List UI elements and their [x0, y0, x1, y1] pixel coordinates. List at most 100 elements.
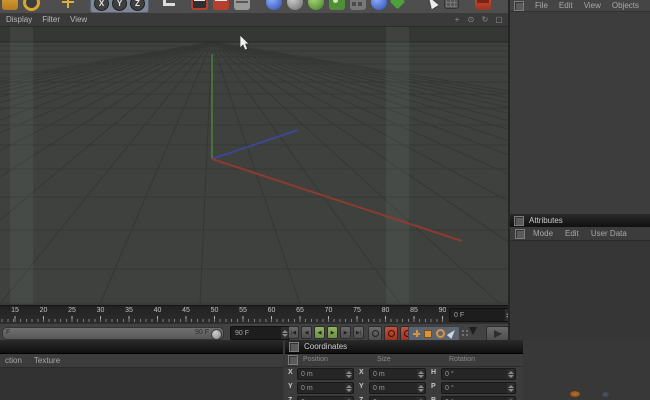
solo-icon[interactable] [469, 327, 477, 335]
menu-display[interactable]: Display [6, 15, 32, 24]
toggle-view-icon[interactable]: ▢ [494, 15, 504, 24]
size-x-field[interactable]: 0 m [369, 368, 426, 380]
timeline-tick: 70 [324, 307, 333, 314]
selection-tool-icon[interactable] [423, 0, 439, 10]
powerslider-options-button[interactable] [486, 326, 509, 341]
render-settings-button[interactable] [234, 0, 250, 10]
timeline-tick: 30 [96, 307, 105, 314]
key-pla-icon[interactable] [462, 330, 464, 332]
key-parameter-icon[interactable] [446, 328, 458, 339]
prev-frame-button[interactable]: ◀ [301, 326, 312, 339]
lock-x-button[interactable]: X [94, 0, 109, 11]
panel-grid-icon[interactable] [514, 215, 524, 226]
keyframe-selection-button[interactable] [368, 326, 382, 341]
sky-button[interactable] [371, 0, 387, 10]
menu-view[interactable]: View [70, 15, 87, 24]
attributes-lock-icon[interactable] [515, 228, 525, 239]
axis-lock-group: X Y Z [90, 0, 149, 13]
timeline-ruler[interactable]: 15 20 25 30 35 40 45 50 55 60 65 70 75 80 85 90 0 F [0, 305, 514, 323]
coordinates-titlebar[interactable]: Coordinates [285, 340, 523, 354]
pos-z-field[interactable]: 0 m [297, 396, 354, 400]
size-y-value: 0 m [373, 384, 385, 392]
menu-texture[interactable]: Texture [34, 356, 60, 365]
render-picture-viewer-button[interactable] [213, 0, 229, 10]
timeline-tick: 85 [410, 307, 418, 314]
coordinates-mode-icon[interactable] [288, 355, 298, 365]
goto-end-button[interactable]: ▶| [353, 326, 364, 339]
pan-view-icon[interactable]: + [452, 15, 462, 24]
slider-knob[interactable] [211, 328, 222, 340]
power-slider[interactable]: F 90 F [2, 327, 224, 340]
lock-z-button[interactable]: Z [130, 0, 145, 11]
size-z-field[interactable]: 0 m [369, 396, 426, 400]
light-button[interactable] [308, 0, 324, 10]
scene-objects-button[interactable] [329, 0, 345, 10]
keyframe-toggle-group [408, 326, 460, 341]
attributes-titlebar[interactable]: Attributes [510, 214, 650, 228]
size-y-field[interactable]: 0 m [369, 382, 426, 394]
next-frame-button[interactable]: ▶ [340, 326, 351, 339]
rot-p-label: P [431, 383, 436, 390]
menu-function-partial[interactable]: ction [5, 356, 22, 365]
rot-p-field[interactable]: 0 ° [441, 382, 516, 394]
rot-h-spinner[interactable] [507, 369, 514, 379]
om-menu-objects[interactable]: Objects [612, 1, 639, 10]
pos-x-field[interactable]: 0 m [297, 368, 354, 380]
snap-settings-icon[interactable] [444, 0, 459, 9]
material-manager-titlebar[interactable] [0, 340, 283, 354]
goto-start-button[interactable]: |◀ [288, 326, 299, 339]
undo-icon[interactable] [2, 0, 18, 10]
zoom-view-icon[interactable]: ⊙ [466, 15, 476, 24]
attr-menu-edit[interactable]: Edit [565, 229, 579, 238]
rot-h-field[interactable]: 0 ° [441, 368, 516, 380]
rot-b-field[interactable]: 0 ° [441, 396, 516, 400]
current-frame-value: 0 F [454, 311, 465, 319]
viewport-3d[interactable] [0, 27, 508, 304]
om-menu-file[interactable]: File [535, 1, 548, 10]
timeline-tick: 65 [296, 307, 304, 314]
menu-filter[interactable]: Filter [42, 15, 60, 24]
rot-p-spinner[interactable] [507, 383, 514, 393]
lock-y-button[interactable]: Y [112, 0, 127, 11]
current-frame-field[interactable]: 0 F [449, 308, 514, 322]
object-manager-menubar: File Edit View Objects Tags [510, 0, 650, 12]
coord-row-z: Z 0 m Z 0 m B 0 ° [285, 395, 523, 400]
pos-x-spinner[interactable] [345, 369, 352, 379]
rotate-view-icon[interactable]: ↻ [480, 15, 490, 24]
key-scale-icon[interactable] [424, 329, 432, 338]
panel-tab-icon[interactable] [514, 0, 524, 11]
spline-button[interactable] [287, 0, 303, 10]
frame-field[interactable]: 90 F [230, 326, 290, 340]
record-button[interactable] [384, 326, 398, 341]
panel-divider[interactable] [508, 0, 510, 340]
key-rotation-icon[interactable] [436, 329, 445, 338]
play-backward-button[interactable]: ◀ [314, 326, 325, 339]
frame-field-spinner[interactable] [281, 327, 288, 339]
render-view-button[interactable] [191, 0, 208, 10]
array-button[interactable] [350, 0, 366, 10]
move-tool-icon[interactable] [60, 0, 76, 10]
size-x-spinner[interactable] [417, 369, 424, 379]
attributes-title: Attributes [529, 216, 563, 225]
pos-y-field[interactable]: 0 m [297, 382, 354, 394]
playback-controls: |◀ ◀ ◀ ▶ ▶ ▶| [288, 326, 364, 339]
key-position-icon[interactable] [413, 330, 420, 337]
om-menu-edit[interactable]: Edit [559, 1, 573, 10]
col-position[interactable]: Position [303, 356, 328, 363]
col-size[interactable]: Size [377, 356, 391, 363]
attr-menu-userdata[interactable]: User Data [591, 229, 627, 238]
coordinate-system-icon[interactable] [163, 0, 175, 6]
attr-menu-mode[interactable]: Mode [533, 229, 553, 238]
col-rotation[interactable]: Rotation [449, 356, 475, 363]
primitive-object-button[interactable] [266, 0, 282, 10]
om-menu-view[interactable]: View [584, 1, 601, 10]
play-button[interactable]: ▶ [327, 326, 338, 339]
pos-y-value: 0 m [301, 384, 313, 392]
panel-grid-icon[interactable] [289, 341, 299, 352]
rotate-tool-icon[interactable] [23, 0, 40, 11]
pos-y-spinner[interactable] [345, 383, 352, 393]
coord-row-x: X 0 m X 0 m H 0 ° [285, 367, 523, 381]
layout-button[interactable] [475, 0, 491, 10]
physical-sky-button[interactable] [389, 0, 406, 10]
size-y-spinner[interactable] [417, 383, 424, 393]
